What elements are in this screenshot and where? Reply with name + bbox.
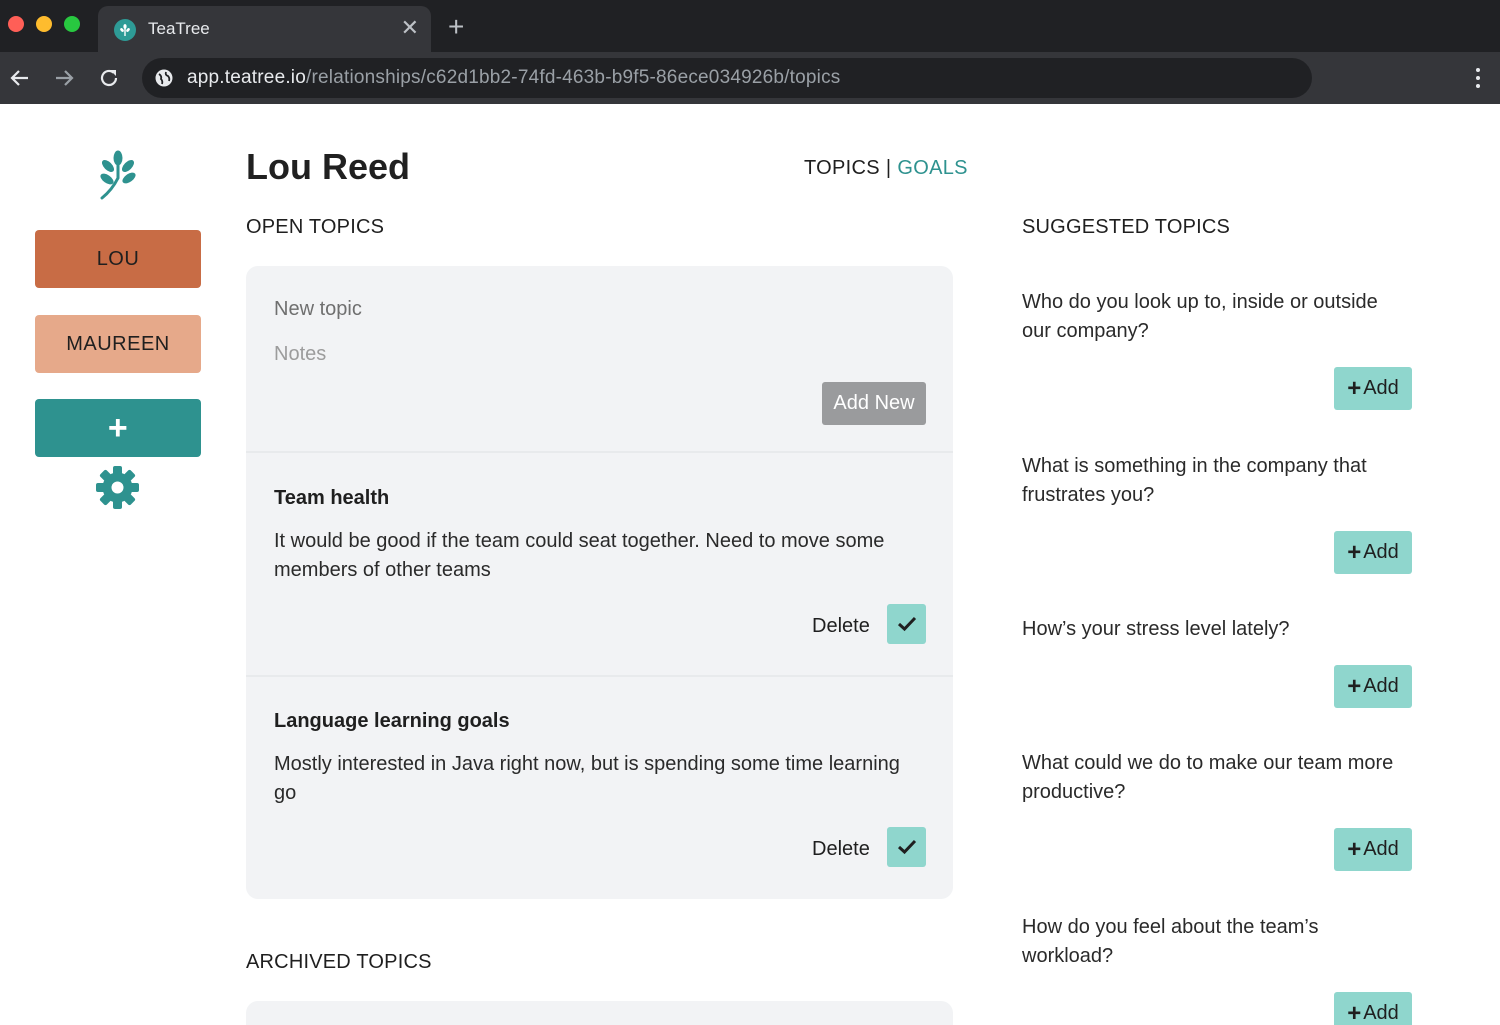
- tab-bar: TeaTree ✕ +: [0, 0, 1500, 52]
- reload-icon[interactable]: [93, 62, 125, 94]
- plus-icon: +: [1347, 538, 1362, 566]
- back-arrow-icon[interactable]: [4, 62, 36, 94]
- new-topic-form: New topic Notes Add New: [246, 266, 953, 453]
- add-label: Add: [1363, 1002, 1399, 1024]
- plus-icon: +: [1347, 672, 1362, 700]
- plus-icon: +: [1347, 835, 1362, 863]
- delete-topic-button[interactable]: Delete: [812, 615, 870, 638]
- new-topic-input[interactable]: New topic: [274, 298, 362, 321]
- topic-title: Language learning goals: [274, 710, 510, 732]
- address-bar[interactable]: app.teatree.io/relationships/c62d1bb2-74…: [142, 58, 1312, 98]
- forward-arrow-icon[interactable]: [48, 62, 80, 94]
- teatree-favicon-icon: [114, 19, 136, 41]
- open-topics-heading: OPEN TOPICS: [246, 216, 385, 238]
- tab-separator: |: [885, 157, 892, 179]
- suggested-topic-question: How do you feel about the team’s workloa…: [1022, 916, 1319, 967]
- suggested-topic-item: What is something in the company that fr…: [1022, 452, 1422, 574]
- suggested-topic-question: Who do you look up to, inside or outside…: [1022, 291, 1378, 342]
- goals-tab[interactable]: GOALS: [897, 157, 967, 179]
- browser-tab[interactable]: TeaTree ✕: [98, 6, 431, 52]
- checkmark-icon: [897, 616, 916, 632]
- topic-notes: It would be good if the team could seat …: [274, 530, 885, 581]
- url-path: /relationships/c62d1bb2-74fd-463b-b9f5-8…: [306, 67, 841, 88]
- browser-chrome: TeaTree ✕ + app.teatree.io/relationships…: [0, 0, 1500, 104]
- complete-topic-button[interactable]: [887, 827, 926, 867]
- add-label: Add: [1363, 838, 1399, 860]
- tab-close-icon[interactable]: ✕: [401, 16, 419, 40]
- suggested-topic-item: What could we do to make our team more p…: [1022, 749, 1422, 871]
- add-label: Add: [1363, 541, 1399, 563]
- topic-item: Team health It would be good if the team…: [246, 455, 953, 677]
- add-suggested-topic-button[interactable]: + Add: [1334, 531, 1412, 574]
- archived-topics-heading: ARCHIVED TOPICS: [246, 951, 432, 973]
- url-host: app.teatree.io: [187, 67, 306, 88]
- add-label: Add: [1363, 377, 1399, 399]
- plus-icon: +: [1347, 374, 1362, 402]
- topic-item: Language learning goals Mostly intereste…: [246, 678, 953, 899]
- suggested-topic-question: How’s your stress level lately?: [1022, 618, 1290, 640]
- add-suggested-topic-button[interactable]: + Add: [1334, 828, 1412, 871]
- minimize-window-button[interactable]: [36, 16, 52, 32]
- site-info-icon[interactable]: [154, 68, 174, 88]
- suggested-topics-heading: SUGGESTED TOPICS: [1022, 216, 1231, 238]
- suggested-topic-item: How’s your stress level lately? + Add: [1022, 615, 1422, 708]
- add-suggested-topic-button[interactable]: + Add: [1334, 367, 1412, 410]
- view-switch: TOPICS | GOALS: [804, 157, 968, 180]
- suggested-topic-question: What could we do to make our team more p…: [1022, 752, 1394, 803]
- notes-input[interactable]: Notes: [274, 343, 326, 366]
- person-button-maureen[interactable]: MAUREEN: [35, 315, 201, 373]
- person-button-lou[interactable]: LOU: [35, 230, 201, 288]
- tab-title: TeaTree: [148, 19, 210, 38]
- archived-topics-card: [246, 1001, 953, 1025]
- suggested-topic-question: What is something in the company that fr…: [1022, 455, 1367, 506]
- add-label: Add: [1363, 675, 1399, 697]
- topic-title: Team health: [274, 487, 390, 509]
- add-person-button[interactable]: +: [35, 399, 201, 457]
- teatree-logo-icon[interactable]: [96, 150, 140, 202]
- topics-tab[interactable]: TOPICS: [804, 157, 880, 179]
- url-text: app.teatree.io/relationships/c62d1bb2-74…: [187, 67, 840, 89]
- checkmark-icon: [897, 839, 916, 855]
- open-topics-card: New topic Notes Add New Team health It w…: [246, 266, 953, 899]
- browser-menu-icon[interactable]: [1468, 62, 1488, 94]
- maximize-window-button[interactable]: [64, 16, 80, 32]
- delete-topic-button[interactable]: Delete: [812, 838, 870, 861]
- suggested-topic-item: How do you feel about the team’s workloa…: [1022, 913, 1422, 1025]
- suggested-topic-item: Who do you look up to, inside or outside…: [1022, 288, 1422, 410]
- page-title: Lou Reed: [246, 146, 411, 187]
- plus-icon: +: [1347, 999, 1362, 1025]
- new-tab-button[interactable]: +: [448, 12, 464, 42]
- topic-notes: Mostly interested in Java right now, but…: [274, 753, 900, 804]
- gear-icon[interactable]: [95, 465, 140, 510]
- add-suggested-topic-button[interactable]: + Add: [1334, 992, 1412, 1025]
- add-new-button[interactable]: Add New: [822, 382, 926, 425]
- browser-toolbar: app.teatree.io/relationships/c62d1bb2-74…: [0, 52, 1500, 104]
- complete-topic-button[interactable]: [887, 604, 926, 644]
- add-suggested-topic-button[interactable]: + Add: [1334, 665, 1412, 708]
- close-window-button[interactable]: [8, 16, 24, 32]
